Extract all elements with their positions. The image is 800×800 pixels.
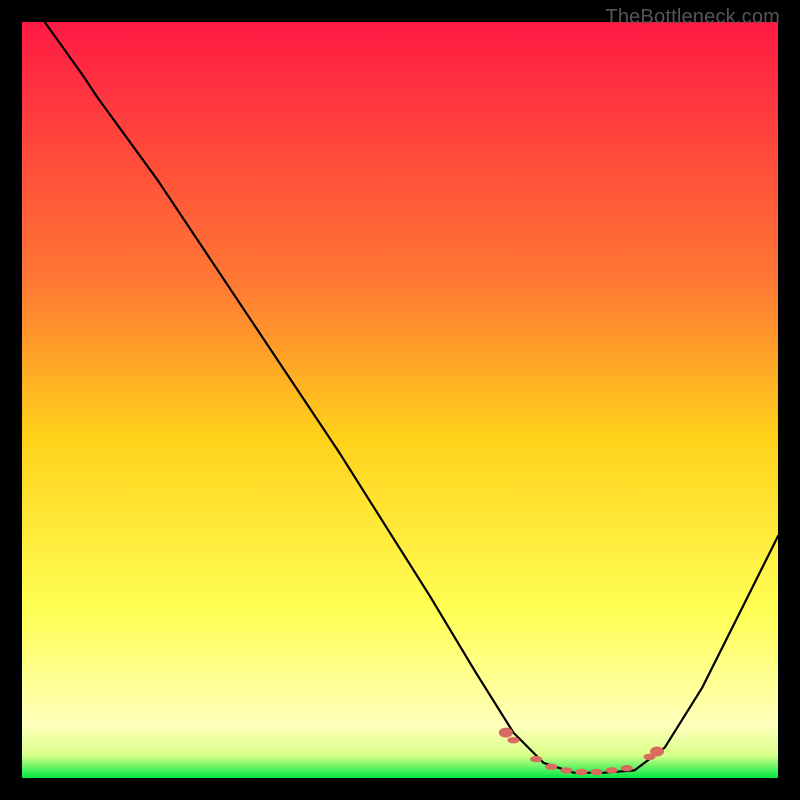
highlight-dot: [499, 728, 513, 738]
chart-svg: [22, 22, 778, 778]
highlight-dot: [507, 737, 519, 743]
highlight-dot: [530, 756, 542, 762]
chart-container: TheBottleneck.com: [0, 0, 800, 800]
highlight-dot: [545, 764, 557, 770]
highlight-dot: [575, 769, 587, 775]
highlight-dot: [591, 769, 603, 775]
chart-plot-area: [22, 22, 778, 778]
highlight-dot: [606, 767, 618, 773]
highlight-dot: [621, 765, 633, 771]
highlight-dot: [650, 747, 664, 757]
highlight-dot: [560, 767, 572, 773]
watermark-text: TheBottleneck.com: [605, 6, 780, 29]
gradient-background: [22, 22, 778, 778]
